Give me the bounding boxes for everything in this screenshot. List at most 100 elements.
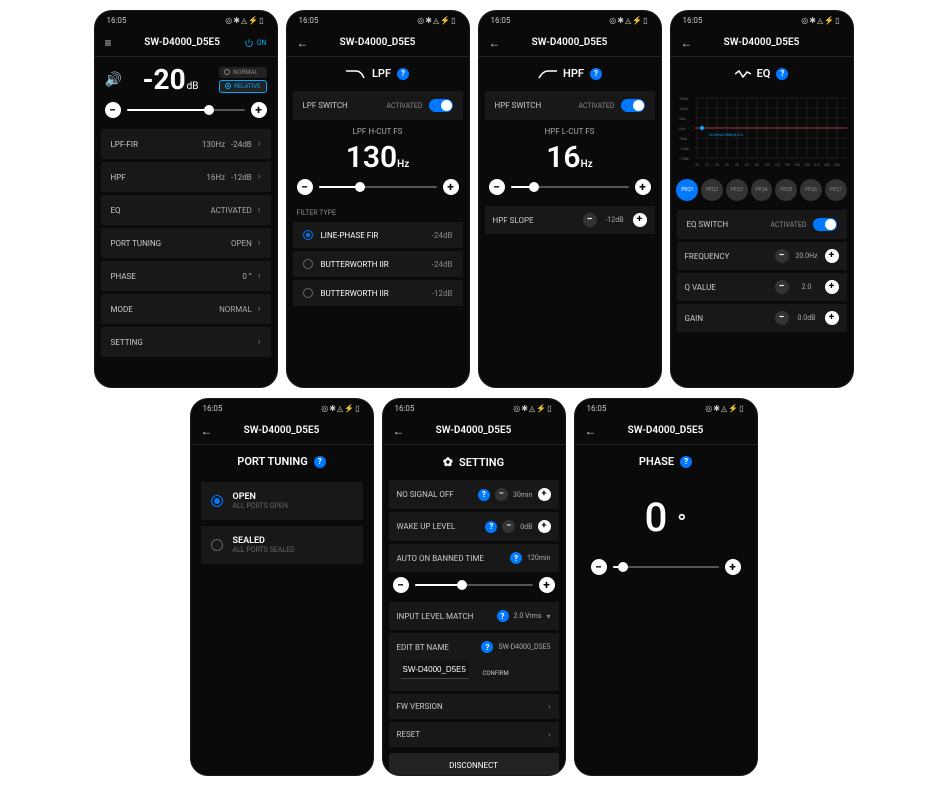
back-button[interactable]: ←: [393, 424, 409, 438]
minus-button[interactable]: −: [775, 311, 789, 325]
param-row-q-value: Q VALUE − 2.0 +: [677, 273, 847, 301]
chevron-right-icon: ›: [258, 172, 261, 182]
eq-switch-toggle[interactable]: [813, 218, 837, 231]
confirm-button[interactable]: CONFIRM: [479, 667, 513, 680]
help-icon[interactable]: ?: [478, 489, 490, 501]
help-icon[interactable]: ?: [510, 552, 522, 564]
radio-icon: [303, 259, 313, 269]
eq-wave-icon: [735, 69, 751, 79]
help-icon[interactable]: ?: [481, 641, 493, 653]
hpf-plus-button[interactable]: +: [635, 179, 651, 195]
back-button[interactable]: ←: [297, 36, 313, 50]
screen-setting: 16:05 ◎✱◬⚡▯ ← SW-D4000_D5E5 ✿ SETTING NO…: [382, 398, 566, 776]
reset-row[interactable]: RESET ›: [389, 722, 559, 747]
chevron-right-icon: ›: [258, 238, 261, 248]
lpf-slider[interactable]: − +: [287, 175, 469, 203]
filter-option[interactable]: BUTTERWORTH IIR -24dB: [293, 251, 463, 277]
plus-button[interactable]: +: [538, 520, 551, 533]
eq-graph[interactable]: 15db10db5db0db-5db-10db-15db 20253040506…: [677, 88, 847, 173]
help-icon[interactable]: ?: [397, 68, 409, 80]
lpf-minus-button[interactable]: −: [297, 179, 313, 195]
chevron-right-icon: ›: [548, 730, 550, 739]
list-row-phase[interactable]: PHASE 0 ° ›: [101, 261, 271, 291]
back-button[interactable]: ←: [681, 36, 697, 50]
plus-button[interactable]: +: [825, 280, 839, 294]
list-row-hpf[interactable]: HPF 16Hz -12dB ›: [101, 162, 271, 192]
phase-value: 0 °: [575, 476, 757, 541]
peq-tab-5[interactable]: PEQ5: [775, 179, 797, 201]
list-row-eq[interactable]: EQ ACTIVATED ›: [101, 195, 271, 225]
phase-slider[interactable]: − +: [575, 541, 757, 593]
power-button[interactable]: ON: [244, 38, 267, 48]
slope-minus-button[interactable]: −: [583, 213, 597, 227]
help-icon[interactable]: ?: [776, 68, 788, 80]
peq-tab-1[interactable]: PEQ1: [676, 179, 698, 201]
gain-slider-track[interactable]: [127, 109, 245, 111]
gain-minus-button[interactable]: −: [105, 102, 121, 118]
hpf-slider[interactable]: − +: [479, 175, 661, 203]
back-button[interactable]: ←: [201, 424, 217, 438]
phase-plus-button[interactable]: +: [725, 559, 741, 575]
filter-option[interactable]: BUTTERWORTH IIR -12dB: [293, 280, 463, 306]
gain-plus-button[interactable]: +: [251, 102, 267, 118]
fw-version-row[interactable]: FW VERSION ›: [389, 694, 559, 719]
list-row-port-tuning[interactable]: PORT TUNING OPEN ›: [101, 228, 271, 258]
lpf-switch-toggle[interactable]: [429, 99, 453, 112]
peq-tab-6[interactable]: PEQ6: [800, 179, 822, 201]
peq-tab-7[interactable]: PEQ7: [825, 179, 847, 201]
slope-plus-button[interactable]: +: [633, 213, 647, 227]
lpf-plus-button[interactable]: +: [443, 179, 459, 195]
hpf-slope-row: HPF SLOPE − -12dB +: [485, 206, 655, 234]
plus-button[interactable]: +: [825, 249, 839, 263]
peq-tab-2[interactable]: PEQ2: [701, 179, 723, 201]
gain-block: 🔊 -20dB NORMAL RELATIVE: [95, 57, 277, 98]
help-icon[interactable]: ?: [485, 521, 497, 533]
back-button[interactable]: ←: [585, 424, 601, 438]
radio-icon: [303, 230, 313, 240]
minus-button[interactable]: −: [393, 577, 409, 593]
plus-button[interactable]: +: [538, 488, 551, 501]
gain-value: -20dB: [128, 63, 213, 96]
filter-option[interactable]: LINE-PHASE FIR -24dB: [293, 222, 463, 248]
peq-tab-3[interactable]: PEQ3: [726, 179, 748, 201]
screen-lpf: 16:05 ◎✱◬⚡▯ ← SW-D4000_D5E5 LPF ? LPF SW…: [286, 10, 470, 388]
hpf-minus-button[interactable]: −: [489, 179, 505, 195]
auto-on-slider[interactable]: − +: [383, 575, 565, 599]
minus-button[interactable]: −: [775, 280, 789, 294]
minus-button[interactable]: −: [775, 249, 789, 263]
mode-relative[interactable]: RELATIVE: [219, 80, 266, 93]
help-icon[interactable]: ?: [590, 68, 602, 80]
svg-text:0db: 0db: [679, 126, 687, 131]
gain-slider[interactable]: − +: [95, 98, 277, 126]
title-bar: ≡ SW-D4000_D5E5 ON: [95, 29, 277, 57]
disconnect-button[interactable]: DISCONNECT: [389, 753, 559, 775]
plus-button[interactable]: +: [539, 577, 555, 593]
hpf-switch-toggle[interactable]: [621, 99, 645, 112]
help-icon[interactable]: ?: [680, 456, 692, 468]
svg-text:200: 200: [794, 163, 800, 167]
device-title: SW-D4000_D5E5: [129, 37, 236, 48]
input-level-match-row[interactable]: INPUT LEVEL MATCH ? 2.0 Vrms ▾: [389, 602, 559, 630]
param-row-frequency: FREQUENCY − 20.0Hz +: [677, 242, 847, 270]
port-option-sealed[interactable]: SEALEDALL PORTS SEALED: [201, 526, 363, 564]
back-button[interactable]: ←: [489, 36, 505, 50]
bt-name-input[interactable]: [401, 661, 469, 679]
mode-normal[interactable]: NORMAL: [219, 67, 266, 78]
help-icon[interactable]: ?: [497, 610, 509, 622]
minus-button[interactable]: −: [502, 520, 515, 533]
help-icon[interactable]: ?: [314, 456, 326, 468]
list-row-mode[interactable]: MODE NORMAL ›: [101, 294, 271, 324]
phase-minus-button[interactable]: −: [591, 559, 607, 575]
list-row-lpf-fir[interactable]: LPF-FIR 130Hz -24dB ›: [101, 129, 271, 159]
port-option-open[interactable]: OPENALL PORTS OPEN: [201, 482, 363, 520]
lpf-icon: [346, 69, 366, 79]
list-row-setting[interactable]: SETTING ›: [101, 327, 271, 357]
plus-button[interactable]: +: [825, 311, 839, 325]
menu-icon[interactable]: ≡: [105, 36, 121, 50]
peq-tab-4[interactable]: PEQ4: [751, 179, 773, 201]
svg-text:315: 315: [814, 163, 820, 167]
mode-toggle[interactable]: NORMAL RELATIVE: [219, 67, 266, 93]
minus-button[interactable]: −: [495, 488, 508, 501]
status-time: 16:05: [107, 16, 127, 25]
svg-text:63: 63: [745, 163, 749, 167]
